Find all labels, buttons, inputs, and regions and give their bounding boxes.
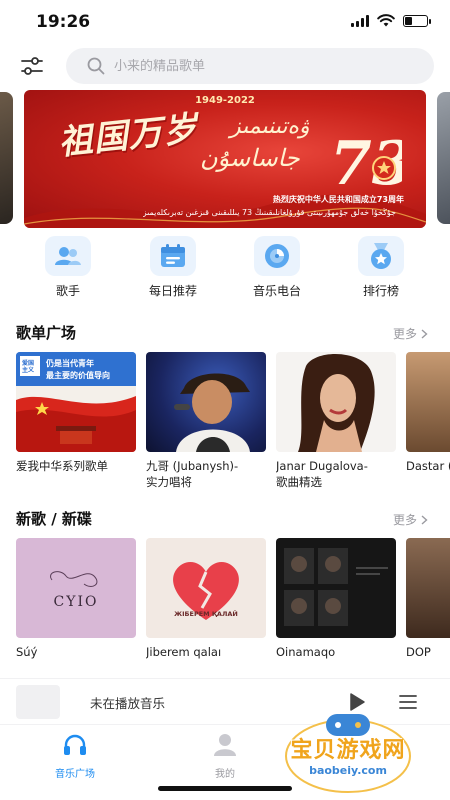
more-label: 更多 [392, 513, 417, 527]
wifi-icon [377, 14, 395, 27]
album-cover [406, 538, 450, 638]
album-cover: ЖІБЕРЕМ ҚАЛАЙ [146, 538, 266, 638]
album-title: Súý [16, 645, 38, 659]
singer-artwork [174, 373, 250, 452]
album-title: Oinamaqo [276, 645, 336, 659]
cover-text-1: 爱国主义 [22, 360, 35, 374]
new-songs-section-title: 新歌 / 新碟 [16, 510, 92, 528]
playlist-cover [276, 352, 396, 452]
banner-73-emblem: 73 [330, 129, 402, 194]
scribble-artwork [50, 571, 98, 587]
watermark-logo: 宝贝游戏网 baobeiy.com [278, 706, 418, 794]
playlist-title: Janar Dugalova- 歌曲精选 [276, 459, 368, 489]
singer-portrait-artwork [298, 354, 375, 452]
banner-subtitle-ug: جۇڭخۇا خەلق جۇمھۇرىيىتى قۇرۇلغانلىقىنىڭ … [142, 208, 396, 217]
playlist-cover [146, 352, 266, 452]
album-card[interactable]: DOP [406, 538, 450, 660]
banner-prev-peek[interactable] [0, 92, 13, 224]
banner-years: 1949-2022 [195, 95, 255, 106]
quick-nav-charts[interactable]: 排行榜 [341, 236, 421, 299]
banner-next-peek[interactable] [437, 92, 450, 224]
playlist-title: 爱我中华系列歌单 [16, 459, 108, 473]
cover-text-2: 仍是当代青年 [46, 359, 94, 368]
playlist-card[interactable]: Dastar (精选 [406, 352, 450, 474]
playlist-cover: 爱国主义 仍是当代青年 最主要的价值导向 [16, 352, 136, 452]
quick-nav-daily[interactable]: 每日推荐 [133, 236, 213, 299]
album-cover: CYIO [16, 538, 136, 638]
chevron-right-icon [421, 514, 428, 525]
new-songs-more-link[interactable]: 更多 [393, 511, 428, 528]
player-status-text: 未在播放音乐 [90, 696, 166, 711]
playlist-title: Dastar (精选 [406, 459, 450, 473]
playlist-cover [406, 352, 450, 452]
grid-portraits-artwork [284, 548, 388, 626]
banner-subtitle-cn: 热烈庆祝中华人民共和国成立73周年 [272, 195, 404, 204]
quick-nav: 歌手 每日推荐 音乐电台 排行榜 [0, 236, 450, 302]
banner-uyghur-line1: ۋەتىنىمىز [230, 114, 310, 139]
quick-nav-radio[interactable]: 音乐电台 [237, 236, 317, 299]
watermark-url: baobeiy.com [309, 764, 387, 777]
status-time: 19:26 [36, 12, 91, 32]
quick-nav-label: 音乐电台 [252, 284, 301, 298]
playlists-section-title: 歌单广场 [16, 324, 77, 342]
playlist-title: 九哥 (Jubanysh)- 实力唱将 [146, 459, 239, 489]
tab-mine[interactable]: 我的 [180, 733, 270, 780]
filter-settings-icon[interactable] [18, 52, 46, 80]
banner-uyghur-line2: جاساسۇن [200, 144, 300, 172]
quick-nav-label: 排行榜 [362, 284, 399, 298]
album-cover [276, 538, 396, 638]
album-cover-text: CYIO [53, 594, 99, 610]
tab-label: 音乐广场 [55, 769, 95, 780]
quick-nav-singers[interactable]: 歌手 [28, 236, 108, 299]
cellular-signal-icon [351, 14, 369, 27]
player-thumbnail [16, 685, 60, 719]
banner-slide[interactable]: 1949-2022 祖国万岁 ۋەتىنىمىز جاساسۇن 73 热烈庆祝… [24, 90, 426, 228]
playlist-card[interactable]: Janar Dugalova- 歌曲精选 [276, 352, 396, 490]
singer-icon [55, 247, 81, 265]
tab-music-plaza[interactable]: 音乐广场 [30, 733, 120, 780]
calendar-icon [161, 244, 185, 267]
user-icon [214, 734, 236, 756]
album-card[interactable]: Oinamaqo [276, 538, 396, 660]
headphones-icon [64, 734, 86, 755]
album-card[interactable]: ЖІБЕРЕМ ҚАЛАЙ Jiberem qalaı [146, 538, 266, 660]
playlist-card[interactable]: 九哥 (Jubanysh)- 实力唱将 [146, 352, 266, 490]
banner-carousel[interactable]: 1949-2022 祖国万岁 ۋەتىنىمىز جاساسۇن 73 热烈庆祝… [0, 90, 450, 228]
quick-nav-label: 每日推荐 [148, 284, 197, 298]
album-card[interactable]: CYIO Súý [16, 538, 136, 660]
cover-text-3: 最主要的价值导向 [46, 371, 110, 380]
status-icons [351, 14, 431, 27]
status-bar: 19:26 [0, 0, 450, 44]
search-icon [87, 57, 105, 75]
album-title: DOP [406, 645, 431, 659]
medal-icon [371, 243, 391, 269]
broken-heart-artwork [173, 561, 239, 620]
playlist-card[interactable]: 爱国主义 仍是当代青年 最主要的价值导向 爱我中华系列歌单 [16, 352, 136, 474]
chevron-right-icon [421, 328, 428, 339]
search-input[interactable] [114, 58, 394, 74]
quick-nav-label: 歌手 [55, 284, 80, 298]
banner-headline: 祖国万岁 [56, 108, 201, 164]
album-title: Jiberem qalaı [146, 645, 222, 659]
radio-icon [265, 244, 289, 268]
playlists-more-link[interactable]: 更多 [393, 325, 428, 342]
more-label: 更多 [392, 327, 417, 341]
battery-icon [403, 14, 431, 27]
watermark-text: 宝贝游戏网 [290, 738, 406, 763]
album-cover-text: ЖІБЕРЕМ ҚАЛАЙ [174, 610, 238, 618]
home-indicator[interactable] [158, 786, 292, 791]
search-bar[interactable] [66, 48, 434, 84]
tab-label: 我的 [215, 769, 235, 780]
